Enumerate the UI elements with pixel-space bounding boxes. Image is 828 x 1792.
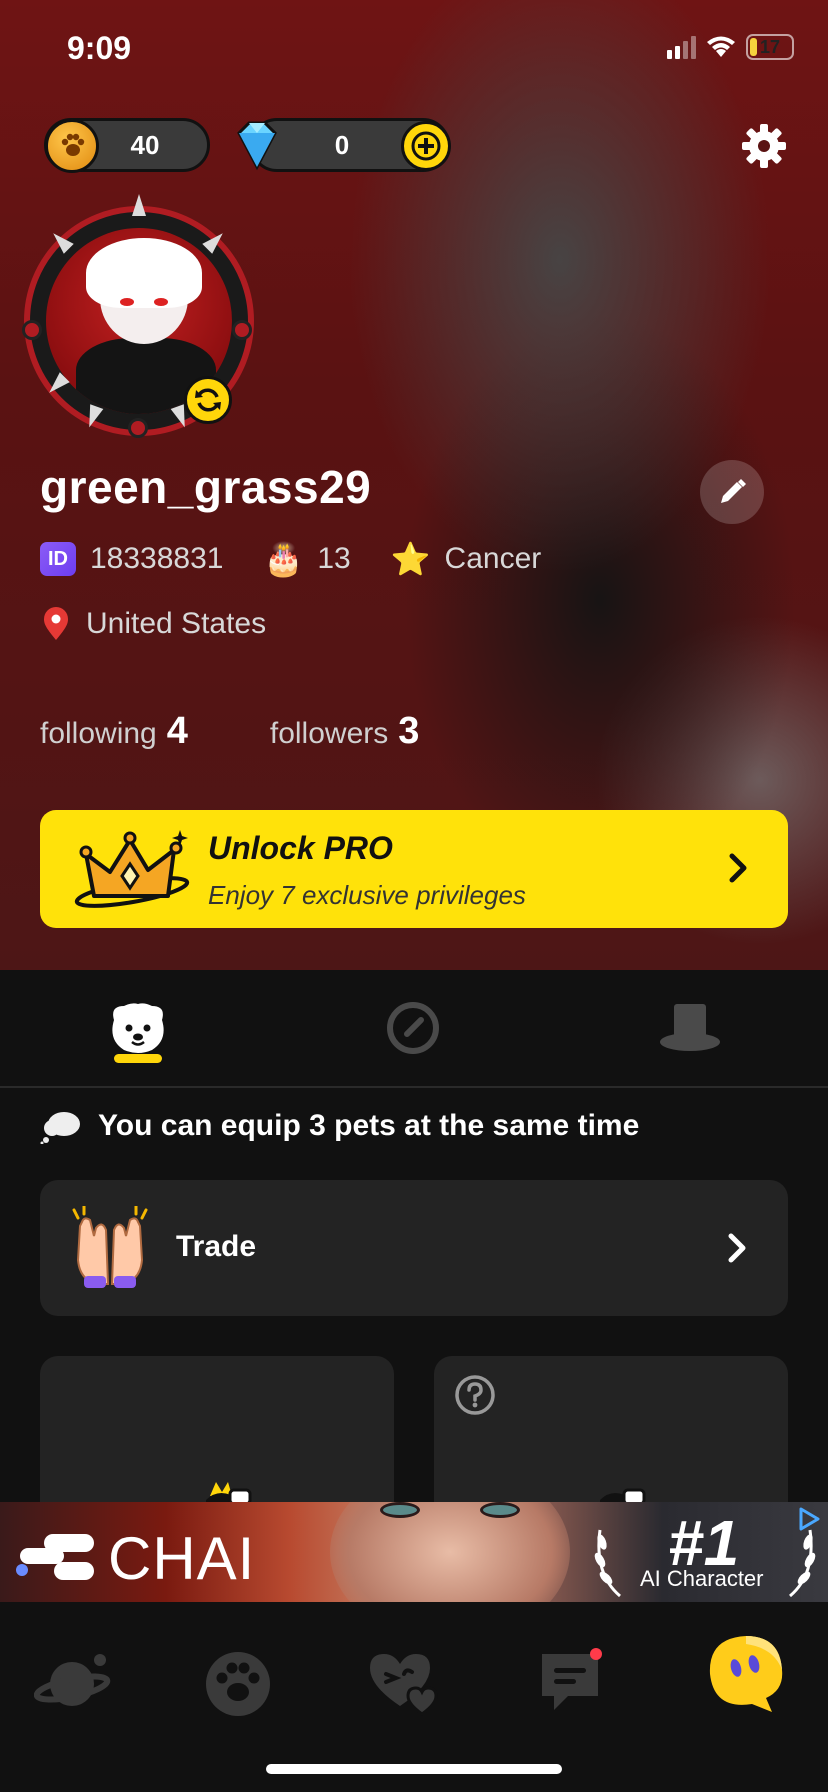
- profile-info-row: ID 18338831 🎂 13 ⭐ Cancer: [40, 542, 581, 576]
- tab-explore[interactable]: [373, 988, 453, 1068]
- ad-caption: AI Character: [640, 1566, 764, 1591]
- trade-label: Trade: [176, 1230, 257, 1263]
- wifi-icon: [707, 36, 735, 57]
- change-avatar-button[interactable]: [184, 376, 232, 424]
- notification-dot: [590, 1648, 602, 1660]
- pro-title: Unlock PRO: [208, 830, 393, 866]
- help-icon[interactable]: [454, 1374, 496, 1416]
- user-zodiac: ⭐ Cancer: [391, 542, 542, 576]
- nav-chat[interactable]: [530, 1642, 610, 1722]
- refresh-icon: [195, 388, 221, 412]
- hearts-icon: [370, 1654, 438, 1716]
- ad-banner[interactable]: CHAI #1 AI Character: [0, 1502, 828, 1602]
- profile-hero: 9:09 17 40 0 green_grass29 ID 18338831 🎂…: [0, 0, 828, 970]
- gem-count: 0: [334, 129, 350, 160]
- user-location: United States: [40, 606, 266, 642]
- user-age-value: 13: [317, 542, 351, 575]
- chevron-right-icon: [728, 1233, 746, 1263]
- top-hat-icon: [660, 1004, 720, 1051]
- unlock-pro-banner[interactable]: Unlock PRO Enjoy 7 exclusive privileges: [40, 810, 788, 928]
- thought-bubble-icon: [40, 1112, 80, 1144]
- trade-button[interactable]: Trade: [40, 1180, 788, 1316]
- user-location-value: United States: [86, 607, 267, 640]
- pet-equip-tip-text: You can equip 3 pets at the same time: [98, 1109, 640, 1142]
- nav-match[interactable]: [364, 1642, 444, 1722]
- nav-profile[interactable]: [698, 1626, 794, 1722]
- battery-level: 17: [759, 36, 781, 57]
- following-label: following: [40, 717, 157, 750]
- pet-slot[interactable]: [40, 1356, 394, 1516]
- user-zodiac-value: Cancer: [444, 542, 542, 575]
- pet-slot[interactable]: [434, 1356, 788, 1516]
- following-stat[interactable]: following 4: [40, 710, 188, 753]
- gem-balance[interactable]: 0: [237, 118, 451, 172]
- pencil-icon: [721, 479, 746, 503]
- status-indicators: 17: [667, 34, 794, 60]
- paw-icon: [206, 1652, 270, 1716]
- star-icon: ⭐: [390, 541, 431, 577]
- user-age: 🎂 13: [263, 542, 350, 576]
- following-count: 4: [166, 710, 188, 752]
- user-id: ID 18338831: [40, 542, 223, 576]
- settings-gear-icon[interactable]: [740, 122, 788, 170]
- profile-tabs: [0, 970, 828, 1088]
- crown-icon: [74, 830, 190, 908]
- ad-brand: CHAI: [108, 1525, 256, 1592]
- ghost-avatar-icon: [709, 1636, 783, 1712]
- plus-icon: [411, 131, 441, 161]
- coin-balance[interactable]: 40: [44, 118, 210, 173]
- followers-label: followers: [269, 717, 389, 750]
- adchoices-icon[interactable]: [796, 1506, 822, 1532]
- edit-profile-button[interactable]: [700, 460, 764, 524]
- battery-icon: 17: [746, 34, 794, 60]
- add-gems-button[interactable]: [401, 121, 451, 171]
- signal-icon: [667, 35, 696, 59]
- avatar[interactable]: [22, 194, 254, 438]
- user-id-value: 18338831: [90, 542, 224, 575]
- home-indicator: [266, 1764, 562, 1774]
- location-pin-icon: [44, 607, 68, 640]
- status-time: 9:09: [67, 30, 132, 66]
- diamond-icon: [237, 121, 277, 171]
- username: green_grass29: [40, 461, 372, 513]
- followers-count: 3: [398, 710, 420, 752]
- chai-logo-icon: [16, 1534, 94, 1580]
- paw-coin-icon: [45, 119, 99, 173]
- coin-count: 40: [130, 129, 160, 160]
- followers-stat[interactable]: followers 3: [270, 710, 420, 753]
- ad-image: [330, 1502, 570, 1602]
- pet-equip-tip: You can equip 3 pets at the same time: [40, 1108, 639, 1144]
- nav-pets[interactable]: [198, 1642, 278, 1722]
- birthday-cake-icon: 🎂: [263, 541, 304, 577]
- active-tab-indicator: [114, 1054, 162, 1063]
- nav-planet[interactable]: [34, 1642, 114, 1722]
- planet-icon: [34, 1654, 111, 1706]
- id-icon: ID: [40, 542, 76, 576]
- laurel-icon: [594, 1529, 621, 1598]
- compass-icon: [387, 1002, 439, 1054]
- follow-stats: following 4 followers 3: [40, 710, 501, 753]
- chevron-right-icon: [729, 853, 747, 883]
- raised-hands-icon: [72, 1206, 148, 1288]
- pro-subtitle: Enjoy 7 exclusive privileges: [208, 880, 526, 910]
- dog-face-icon: [112, 1003, 164, 1053]
- bottom-navigation: [0, 1602, 828, 1792]
- laurel-icon: [789, 1529, 816, 1598]
- tab-outfits[interactable]: [650, 988, 730, 1068]
